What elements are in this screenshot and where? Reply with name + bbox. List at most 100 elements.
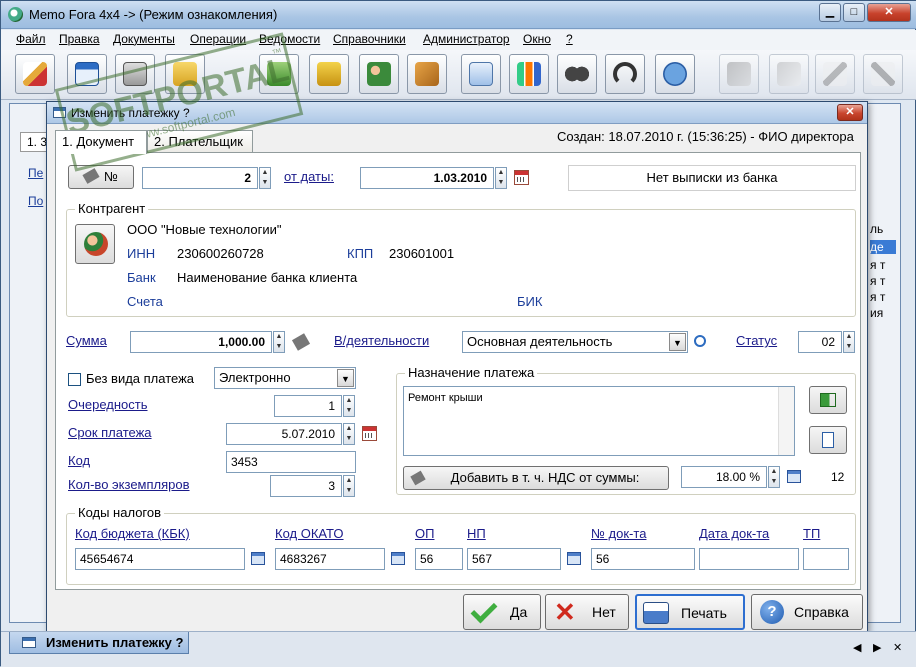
toolbar-button-search[interactable] (557, 54, 597, 94)
calendar-icon[interactable] (514, 170, 529, 185)
menu-edit[interactable]: Правка (59, 32, 100, 46)
doc-date-input[interactable] (699, 548, 799, 570)
new-document-button[interactable] (809, 426, 847, 454)
nav-left-icon[interactable]: ◀ (853, 641, 861, 654)
minimize-button[interactable]: ▁ (819, 3, 841, 22)
status-input[interactable]: 02 (798, 331, 842, 353)
menu-window[interactable]: Окно (523, 32, 551, 46)
binoculars-icon (565, 62, 589, 86)
copies-spinner[interactable]: ▲ ▼ (343, 475, 355, 497)
menu-admin[interactable]: Администратор (423, 32, 510, 46)
toolbar-button-support[interactable] (605, 54, 645, 94)
toolbar-button-pen[interactable] (15, 54, 55, 94)
add-vat-button[interactable]: Добавить в т. ч. НДС от суммы: (403, 466, 669, 490)
chevron-down-icon[interactable]: ▼ (337, 369, 354, 387)
menu-statements[interactable]: Ведомости (259, 32, 320, 46)
toolbar-button-chart[interactable] (509, 54, 549, 94)
folder-add-icon (173, 62, 197, 86)
print-button[interactable]: Печать (635, 594, 745, 630)
copies-label: Кол-во экземпляров (68, 477, 190, 492)
code-input[interactable]: 3453 (226, 451, 356, 473)
np-input[interactable]: 567 (467, 548, 561, 570)
toolbar-button-users[interactable] (359, 54, 399, 94)
sum-input[interactable]: 1,000.00 (130, 331, 272, 353)
yes-button-label: Да (510, 604, 528, 620)
number-spinner[interactable]: ▲ ▼ (259, 167, 271, 189)
toolbar-button-tools[interactable] (863, 54, 903, 94)
menu-documents[interactable]: Документы (113, 32, 175, 46)
tab-payer[interactable]: 2. Плательщик (147, 130, 253, 152)
activity-select[interactable]: Основная деятельность ▼ (462, 331, 688, 353)
purpose-textarea[interactable]: Ремонт крыши (403, 386, 795, 456)
chevron-down-icon[interactable]: ▼ (669, 333, 686, 351)
menu-bar: Файл Правка Документы Операции Ведомости… (1, 30, 916, 50)
toolbar-button-forklift[interactable] (309, 54, 349, 94)
scrollbar[interactable] (778, 387, 794, 455)
okato-input[interactable]: 4683267 (275, 548, 385, 570)
users-icon (84, 232, 108, 256)
toolbar-button-person-card[interactable] (461, 54, 501, 94)
tp-input[interactable] (803, 548, 849, 570)
toolbar-button-cash[interactable] (115, 54, 155, 94)
box-icon (415, 62, 439, 86)
maximize-button[interactable]: □ (843, 3, 865, 22)
payment-type-select[interactable]: Электронно ▼ (214, 367, 356, 389)
insert-template-button[interactable] (809, 386, 847, 414)
no-payment-type-checkbox[interactable] (68, 373, 81, 386)
order-spinner[interactable]: ▲ ▼ (343, 395, 355, 417)
menu-operations[interactable]: Операции (190, 32, 246, 46)
due-input[interactable]: 5.07.2010 (226, 423, 342, 445)
doc-number-input[interactable]: 56 (591, 548, 695, 570)
no-button[interactable]: ✕ Нет (545, 594, 629, 630)
op-input[interactable]: 56 (415, 548, 463, 570)
sum-label: Сумма (66, 333, 107, 348)
task-close-icon[interactable]: ✕ (893, 641, 902, 654)
background-cell: ль (870, 222, 884, 236)
toolbar-button-note[interactable] (769, 54, 809, 94)
copies-input[interactable]: 3 (270, 475, 342, 497)
status-spinner[interactable]: ▲ ▼ (843, 331, 855, 353)
yes-button[interactable]: Да (463, 594, 541, 630)
toolbar-button-calc[interactable] (259, 54, 299, 94)
number-input[interactable]: 2 (142, 167, 258, 189)
toolbar-button-chat[interactable] (655, 54, 695, 94)
nav-right-icon[interactable]: ▶ (873, 641, 881, 654)
vat-spinner[interactable]: ▲ ▼ (768, 466, 780, 488)
choose-counterparty-button[interactable] (75, 224, 115, 264)
cash-register-icon (123, 62, 147, 86)
toolbar-button-folder-add[interactable] (165, 54, 205, 94)
toolbar-button-box[interactable] (407, 54, 447, 94)
date-spinner[interactable]: ▲ ▼ (495, 167, 507, 189)
arrow-right-icon (820, 393, 836, 407)
toolbar-button-card[interactable] (67, 54, 107, 94)
headset-icon (613, 62, 637, 86)
menu-references[interactable]: Справочники (333, 32, 406, 46)
menu-file[interactable]: Файл (16, 32, 46, 46)
users-icon (367, 62, 391, 86)
tp-label: ТП (803, 526, 821, 541)
due-spinner[interactable]: ▲ ▼ (343, 423, 355, 445)
book-icon[interactable] (251, 552, 265, 565)
no-button-label: Нет (592, 604, 616, 620)
search-icon[interactable] (694, 335, 706, 347)
number-button[interactable]: № (68, 165, 134, 189)
help-button[interactable]: ? Справка (751, 594, 863, 630)
help-button-label: Справка (794, 604, 849, 620)
menu-help[interactable]: ? (566, 32, 573, 46)
toolbar-button-phone-out[interactable] (719, 54, 759, 94)
task-tab[interactable]: Изменить платежку ? (9, 632, 189, 654)
calendar-icon[interactable] (362, 426, 377, 441)
book-icon[interactable] (391, 552, 405, 565)
vat-input[interactable]: 18.00 % (681, 466, 767, 488)
book-icon[interactable] (567, 552, 581, 565)
kbk-input[interactable]: 45654674 (75, 548, 245, 570)
sum-spinner[interactable]: ▲ ▼ (273, 331, 285, 353)
dialog-close-button[interactable]: ✕ (837, 104, 863, 121)
toolbar-button-pencil[interactable] (815, 54, 855, 94)
calculator-icon[interactable] (291, 333, 311, 351)
date-input[interactable]: 1.03.2010 (360, 167, 494, 189)
order-input[interactable]: 1 (274, 395, 342, 417)
tab-document[interactable]: 1. Документ (55, 130, 147, 154)
close-button[interactable]: ✕ (867, 3, 911, 22)
book-icon[interactable] (787, 470, 801, 483)
